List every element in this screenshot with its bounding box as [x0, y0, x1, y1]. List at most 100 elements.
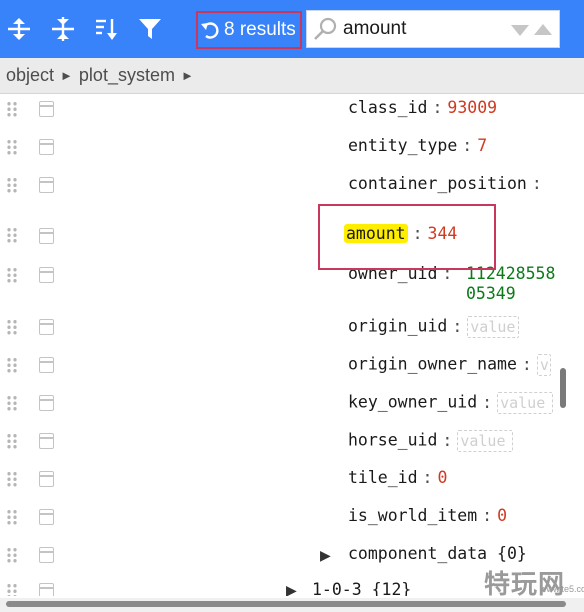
- context-menu-icon[interactable]: [39, 101, 54, 117]
- field-value[interactable]: 93009: [447, 98, 497, 117]
- watermark-url: www.te5.com: [540, 584, 584, 594]
- field-separator: :: [482, 392, 493, 412]
- field-key[interactable]: owner_uid: [348, 264, 437, 283]
- field-separator: :: [432, 98, 443, 117]
- field-value-line: 112428558: [466, 264, 556, 283]
- expand-arrow-icon[interactable]: ▶: [286, 582, 297, 596]
- field-value-empty[interactable]: value: [497, 392, 554, 414]
- context-menu-icon[interactable]: [39, 267, 54, 283]
- tree-row: is_world_item:0: [0, 500, 572, 538]
- field-separator: :: [442, 264, 453, 283]
- previous-result-icon[interactable]: [533, 23, 553, 37]
- tree-row: key_owner_uid: value: [0, 386, 572, 424]
- horizontal-scrollbar[interactable]: [6, 601, 566, 607]
- search-input[interactable]: [343, 18, 503, 40]
- drag-handle-icon[interactable]: [6, 139, 18, 155]
- field-key[interactable]: 1-0-3: [312, 580, 362, 596]
- tree-row: tile_id:0: [0, 462, 572, 500]
- tree-field: amount:344: [344, 224, 457, 243]
- tree-field: is_world_item:0: [348, 506, 507, 525]
- drag-handle-icon[interactable]: [6, 357, 18, 373]
- field-value[interactable]: 0: [497, 506, 507, 525]
- drag-handle-icon[interactable]: [6, 267, 18, 283]
- breadcrumb-separator-icon[interactable]: ►: [60, 68, 73, 83]
- sort-icon[interactable]: [89, 12, 123, 46]
- context-menu-icon[interactable]: [39, 395, 54, 411]
- vertical-scrollbar[interactable]: [560, 368, 566, 408]
- tree-row: origin_uid: value: [0, 310, 572, 348]
- next-result-icon[interactable]: [510, 23, 530, 37]
- drag-handle-icon[interactable]: [6, 509, 18, 525]
- context-menu-icon[interactable]: [39, 139, 54, 155]
- field-separator: :: [422, 468, 433, 487]
- toolbar: 8 results: [0, 0, 584, 58]
- context-menu-icon[interactable]: [39, 357, 54, 373]
- context-menu-icon[interactable]: [39, 319, 54, 335]
- expand-all-icon[interactable]: [2, 12, 36, 46]
- context-menu-icon[interactable]: [39, 228, 54, 244]
- filter-icon[interactable]: [133, 12, 167, 46]
- drag-handle-icon[interactable]: [6, 101, 18, 117]
- tree-row: class_id:93009: [0, 94, 572, 132]
- field-separator: :: [452, 316, 463, 336]
- drag-handle-icon[interactable]: [6, 319, 18, 335]
- field-value[interactable]: 112428558 05349: [466, 264, 555, 304]
- field-value[interactable]: 344: [428, 224, 458, 243]
- field-key[interactable]: component_data: [348, 544, 487, 563]
- tree-row: entity_type:7: [0, 132, 572, 170]
- tree-row: container_position:: [0, 170, 572, 208]
- expand-arrow-icon[interactable]: ▶: [320, 547, 331, 564]
- results-count: 8 results: [224, 19, 296, 40]
- field-key[interactable]: class_id: [348, 98, 427, 117]
- field-key[interactable]: key_owner_uid: [348, 393, 477, 412]
- field-key[interactable]: is_world_item: [348, 506, 477, 525]
- context-menu-icon[interactable]: [39, 471, 54, 487]
- search-box: [306, 10, 560, 48]
- field-value-line: 05349: [466, 284, 516, 303]
- tree-field: key_owner_uid: value: [348, 392, 554, 414]
- field-value[interactable]: 0: [437, 468, 447, 487]
- field-value-empty[interactable]: value: [457, 430, 514, 452]
- field-value-empty[interactable]: v: [536, 354, 551, 376]
- drag-handle-icon[interactable]: [6, 177, 18, 193]
- field-value-empty[interactable]: value: [467, 316, 520, 338]
- context-menu-icon[interactable]: [39, 583, 54, 596]
- drag-handle-icon[interactable]: [6, 227, 18, 243]
- drag-handle-icon[interactable]: [6, 433, 18, 449]
- field-separator: :: [521, 354, 532, 374]
- breadcrumb: object ► plot_system ►: [0, 58, 584, 94]
- context-menu-icon[interactable]: [39, 177, 54, 193]
- tree-field: entity_type:7: [348, 136, 487, 155]
- breadcrumb-item-object[interactable]: object: [6, 65, 54, 86]
- drag-handle-icon[interactable]: [6, 583, 18, 596]
- field-key[interactable]: origin_uid: [348, 317, 447, 336]
- field-key-highlighted[interactable]: amount: [344, 224, 408, 243]
- child-count: {12}: [371, 580, 412, 596]
- undo-icon[interactable]: [200, 19, 222, 41]
- tree-field: horse_uid: value: [348, 430, 514, 452]
- tree-row: owner_uid: 112428558 05349: [0, 260, 572, 310]
- search-icon: [314, 17, 337, 40]
- breadcrumb-item-plot-system[interactable]: plot_system: [79, 65, 175, 86]
- drag-handle-icon[interactable]: [6, 547, 18, 563]
- collapse-all-icon[interactable]: [46, 12, 80, 46]
- field-value[interactable]: 7: [477, 136, 487, 155]
- json-tree: class_id:93009 entity_type:7 container_p…: [0, 94, 572, 596]
- field-separator: :: [412, 224, 423, 243]
- breadcrumb-separator-icon[interactable]: ►: [181, 68, 194, 83]
- drag-handle-icon[interactable]: [6, 395, 18, 411]
- context-menu-icon[interactable]: [39, 433, 54, 449]
- field-key[interactable]: origin_owner_name: [348, 355, 517, 374]
- search-results-indicator: 8 results: [196, 11, 302, 49]
- field-key[interactable]: entity_type: [348, 136, 457, 155]
- context-menu-icon[interactable]: [39, 547, 54, 563]
- field-key[interactable]: container_position: [348, 174, 527, 193]
- drag-handle-icon[interactable]: [6, 471, 18, 487]
- tree-field: 1-0-3 {12}: [312, 580, 411, 596]
- context-menu-icon[interactable]: [39, 509, 54, 525]
- field-separator: :: [442, 430, 453, 450]
- watermark-logo: 特玩网: [484, 570, 566, 600]
- field-key[interactable]: horse_uid: [348, 431, 437, 450]
- child-count: {0}: [497, 544, 527, 563]
- field-key[interactable]: tile_id: [348, 468, 418, 487]
